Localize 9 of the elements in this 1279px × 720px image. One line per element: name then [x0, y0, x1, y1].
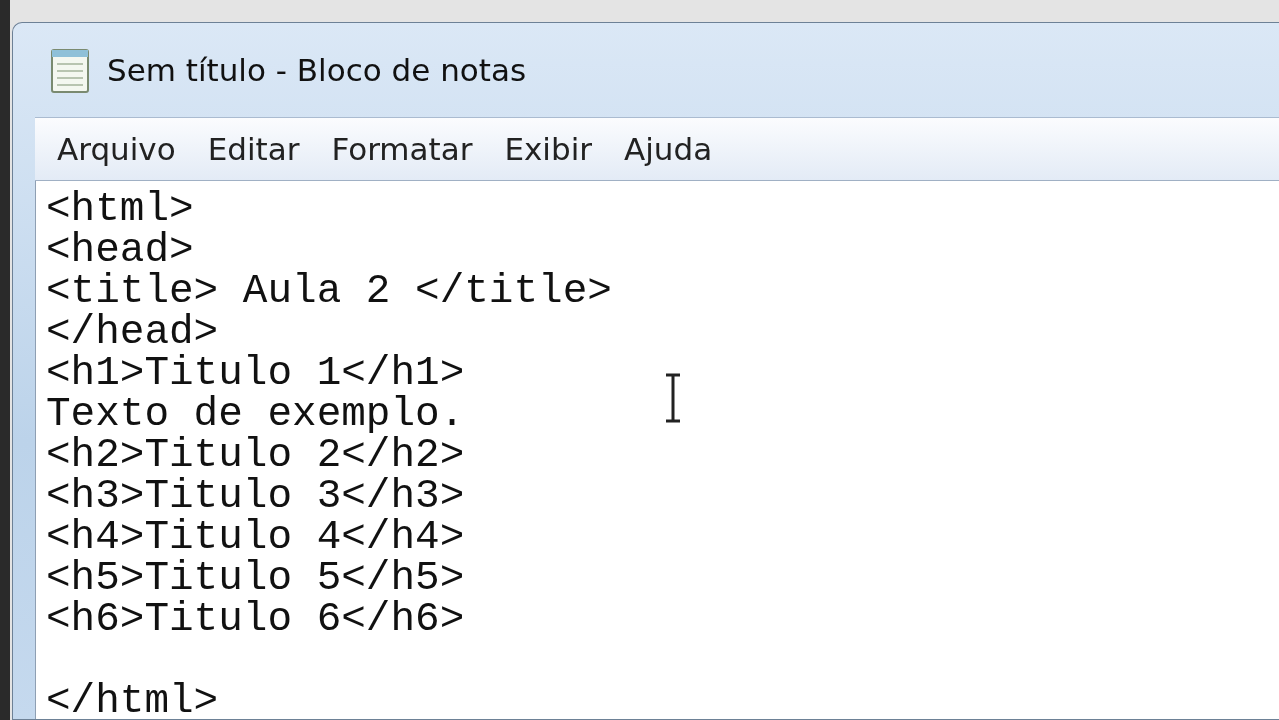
- menu-item[interactable]: Exibir: [492, 131, 613, 167]
- window-title: Sem título - Bloco de notas: [107, 52, 527, 88]
- text-content: <html> <head> <title> Aula 2 </title> </head> <h1>Titulo 1</h1> Texto de exemplo. <h2>Titulo 2</h2> <h3>Titulo 3</h3> <h4>Titulo 4</h4> <h5>Titulo 5</h5> <h6>Titulo 6</h6> </html>: [46, 189, 612, 719]
- menu-item[interactable]: Editar: [195, 131, 320, 167]
- menu-item[interactable]: Arquivo: [45, 131, 196, 167]
- text-area[interactable]: <html> <head> <title> Aula 2 </title> </head> <h1>Titulo 1</h1> Texto de exemplo. <h2>Titulo 2</h2> <h3>Titulo 3</h3> <h4>Titulo 4</h4> <h5>Titulo 5</h5> <h6>Titulo 6</h6> </html>: [35, 181, 1279, 719]
- menu-item[interactable]: Formatar: [319, 131, 493, 167]
- menu-item[interactable]: Ajuda: [612, 131, 733, 167]
- text-cursor-icon: [664, 373, 682, 423]
